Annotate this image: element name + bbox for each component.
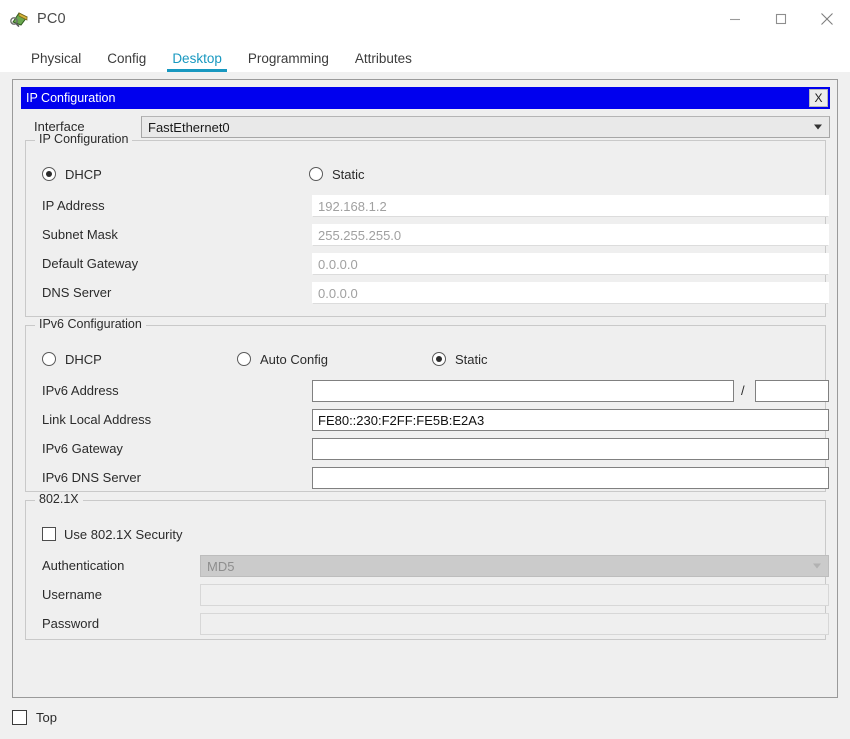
pc-device-icon: [10, 9, 30, 29]
use-dot1x-security-label: Use 802.1X Security: [64, 526, 183, 542]
ipv6-dns-server-label: IPv6 DNS Server: [42, 470, 141, 485]
ipv6-gateway-label: IPv6 Gateway: [42, 441, 123, 456]
dns-server-input[interactable]: 0.0.0.0: [312, 282, 829, 304]
subnet-mask-input[interactable]: 255.255.255.0: [312, 224, 829, 246]
interface-select-value: FastEthernet0: [148, 119, 230, 135]
ipv6-dns-server-input[interactable]: [312, 467, 829, 489]
ipv6-address-row: IPv6 Address /: [42, 380, 829, 402]
username-label: Username: [42, 587, 102, 602]
radio-filled-icon: [42, 167, 56, 181]
dns-server-value: 0.0.0.0: [318, 285, 358, 301]
use-dot1x-security-checkbox[interactable]: Use 802.1X Security: [42, 524, 183, 544]
ipv6-group-label: IPv6 Configuration: [35, 318, 146, 331]
dialog-title: IP Configuration: [26, 90, 116, 105]
ipv6-dhcp-radio[interactable]: DHCP: [42, 349, 102, 369]
prefix-separator: /: [741, 383, 745, 398]
dot1x-group-label: 802.1X: [35, 493, 83, 506]
ipv6-auto-config-label: Auto Config: [260, 351, 328, 367]
interface-select[interactable]: FastEthernet0: [141, 116, 830, 138]
default-gateway-input[interactable]: 0.0.0.0: [312, 253, 829, 275]
ip-address-row: IP Address 192.168.1.2: [42, 195, 829, 217]
ipv6-static-radio[interactable]: Static: [432, 349, 488, 369]
radio-empty-icon: [42, 352, 56, 366]
interface-row: Interface FastEthernet0: [21, 116, 830, 138]
default-gateway-row: Default Gateway 0.0.0.0: [42, 253, 829, 275]
ipv6-configuration-group: IPv6 Configuration DHCP Auto Config Stat…: [25, 318, 829, 492]
window-controls: [712, 0, 850, 38]
radio-empty-icon: [309, 167, 323, 181]
radio-filled-icon: [432, 352, 446, 366]
password-row: Password: [42, 613, 829, 635]
ipv4-static-label: Static: [332, 166, 365, 182]
ipv6-address-label: IPv6 Address: [42, 383, 119, 398]
password-label: Password: [42, 616, 100, 631]
tab-desktop[interactable]: Desktop: [159, 51, 235, 73]
pc-config-window: PC0 Physical Config Desktop Programming …: [0, 0, 850, 739]
chevron-down-icon: [813, 563, 821, 569]
authentication-select-value: MD5: [207, 558, 235, 574]
ipv6-address-input[interactable]: [312, 380, 734, 402]
dialog-close-button[interactable]: X: [809, 89, 828, 107]
ipv6-prefix-input[interactable]: [755, 380, 829, 402]
window-title: PC0: [37, 11, 66, 27]
dns-server-label: DNS Server: [42, 285, 112, 300]
top-checkbox[interactable]: Top: [12, 710, 57, 725]
dns-server-row: DNS Server 0.0.0.0: [42, 282, 829, 304]
authentication-select[interactable]: MD5: [200, 555, 829, 577]
authentication-row: Authentication MD5: [42, 555, 829, 577]
window-titlebar: PC0: [0, 0, 850, 38]
checkbox-empty-icon: [42, 527, 56, 541]
ipv6-gateway-input[interactable]: [312, 438, 829, 460]
link-local-address-label: Link Local Address: [42, 412, 152, 427]
link-local-address-input[interactable]: FE80::230:F2FF:FE5B:E2A3: [312, 409, 829, 431]
minimize-icon[interactable]: [712, 0, 758, 38]
authentication-label: Authentication: [42, 558, 125, 573]
tab-programming[interactable]: Programming: [235, 51, 342, 73]
link-local-address-row: Link Local Address FE80::230:F2FF:FE5B:E…: [42, 409, 829, 431]
subnet-mask-row: Subnet Mask 255.255.255.0: [42, 224, 829, 246]
default-gateway-label: Default Gateway: [42, 256, 139, 271]
username-row: Username: [42, 584, 829, 606]
username-input[interactable]: [200, 584, 829, 606]
ip-address-input[interactable]: 192.168.1.2: [312, 195, 829, 217]
close-icon[interactable]: [804, 0, 850, 38]
ipv4-dhcp-radio[interactable]: DHCP: [42, 164, 102, 184]
ip-address-label: IP Address: [42, 198, 105, 213]
tab-attributes[interactable]: Attributes: [342, 51, 425, 73]
dot1x-group: 802.1X Use 802.1X Security Authenticatio…: [25, 493, 829, 640]
checkbox-empty-icon: [12, 710, 27, 725]
ipv4-group-label: IP Configuration: [35, 133, 133, 146]
ip-address-value: 192.168.1.2: [318, 198, 387, 214]
ip-configuration-caption-bar: IP Configuration X: [21, 87, 830, 109]
tab-strip: Physical Config Desktop Programming Attr…: [0, 38, 850, 72]
radio-empty-icon: [237, 352, 251, 366]
password-input[interactable]: [200, 613, 829, 635]
top-checkbox-label: Top: [36, 710, 57, 725]
maximize-icon[interactable]: [758, 0, 804, 38]
chevron-down-icon: [814, 124, 822, 130]
subnet-mask-label: Subnet Mask: [42, 227, 118, 242]
desktop-panel: IP Configuration X Interface FastEtherne…: [12, 79, 838, 698]
tab-physical[interactable]: Physical: [18, 51, 94, 73]
link-local-address-value: FE80::230:F2FF:FE5B:E2A3: [318, 412, 485, 428]
ipv6-gateway-row: IPv6 Gateway: [42, 438, 829, 460]
default-gateway-value: 0.0.0.0: [318, 256, 358, 272]
ipv6-dns-server-row: IPv6 DNS Server: [42, 467, 829, 489]
ipv4-configuration-group: IP Configuration DHCP Static IP Address …: [25, 133, 829, 317]
ipv6-auto-config-radio[interactable]: Auto Config: [237, 349, 328, 369]
ipv4-dhcp-label: DHCP: [65, 166, 102, 182]
tab-config[interactable]: Config: [94, 51, 159, 73]
ipv6-static-label: Static: [455, 351, 488, 367]
subnet-mask-value: 255.255.255.0: [318, 227, 402, 243]
ipv6-dhcp-label: DHCP: [65, 351, 102, 367]
ipv4-static-radio[interactable]: Static: [309, 164, 365, 184]
